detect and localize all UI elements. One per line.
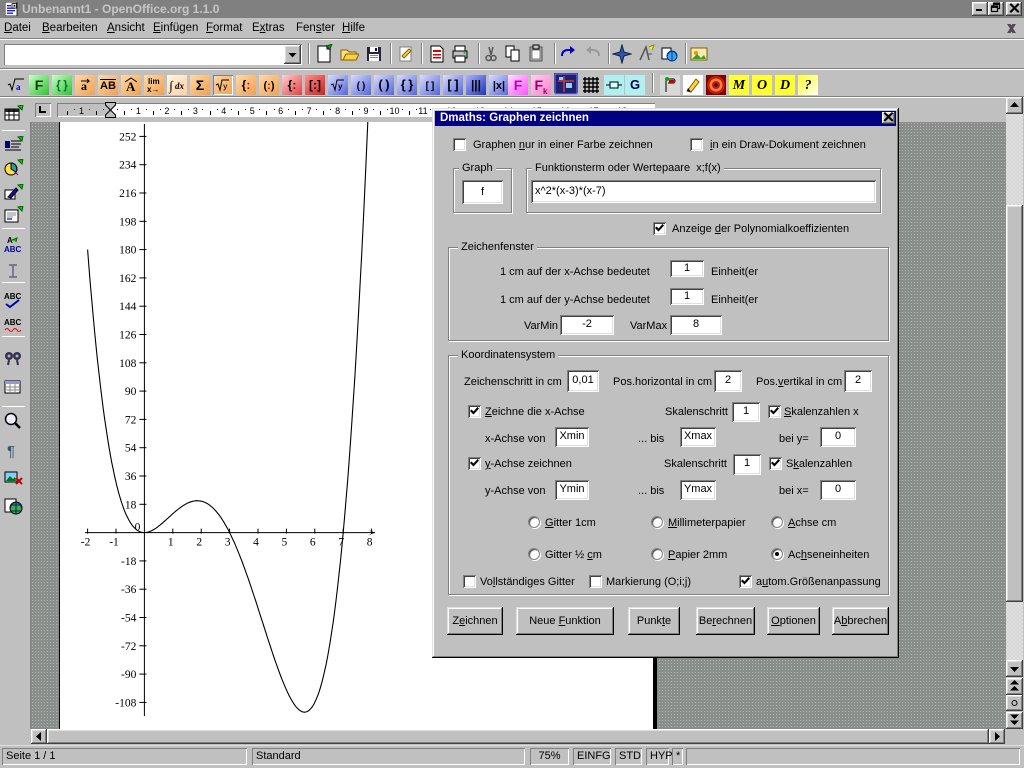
svg-text:198: 198 [119, 216, 136, 228]
svg-text:-90: -90 [121, 669, 137, 681]
svg-text:-2: -2 [81, 537, 91, 549]
svg-text:-1: -1 [109, 537, 119, 549]
svg-text:dx: dx [175, 81, 185, 91]
svg-text:8: 8 [367, 537, 373, 549]
svg-text:ABC: ABC [4, 292, 22, 301]
svg-text:234: 234 [119, 160, 136, 172]
svg-text:36: 36 [125, 471, 137, 483]
svg-text:∫: ∫ [168, 78, 174, 94]
svg-text:54: 54 [125, 443, 137, 455]
svg-text:3: 3 [225, 537, 231, 549]
svg-text:252: 252 [119, 131, 136, 143]
svg-text:4: 4 [253, 537, 259, 549]
svg-text:-36: -36 [121, 584, 137, 596]
svg-text:-18: -18 [121, 556, 137, 568]
svg-text:72: 72 [125, 414, 137, 426]
svg-text:A: A [126, 79, 136, 94]
svg-text:126: 126 [119, 330, 136, 342]
svg-text:-54: -54 [121, 613, 137, 625]
svg-text:ABC: ABC [4, 245, 22, 254]
svg-text:-72: -72 [121, 641, 137, 653]
svg-text:ABC: ABC [4, 318, 22, 327]
svg-text:1: 1 [168, 537, 174, 549]
svg-text:x→: x→ [147, 85, 159, 94]
svg-text:216: 216 [119, 188, 136, 200]
svg-text:-108: -108 [115, 697, 136, 709]
svg-text:90: 90 [125, 386, 137, 398]
svg-text:18: 18 [125, 499, 137, 511]
svg-text:A: A [7, 236, 13, 245]
svg-text:2: 2 [196, 537, 202, 549]
svg-text:5: 5 [282, 537, 288, 549]
svg-text:144: 144 [119, 301, 136, 313]
svg-text:y: y [338, 82, 343, 91]
svg-text:¶: ¶ [7, 443, 15, 460]
svg-text:108: 108 [119, 358, 136, 370]
svg-text:a: a [16, 82, 21, 92]
svg-text:y: y [223, 82, 228, 91]
svg-text:6: 6 [310, 537, 316, 549]
svg-text:180: 180 [119, 245, 136, 257]
svg-text:162: 162 [119, 273, 136, 285]
